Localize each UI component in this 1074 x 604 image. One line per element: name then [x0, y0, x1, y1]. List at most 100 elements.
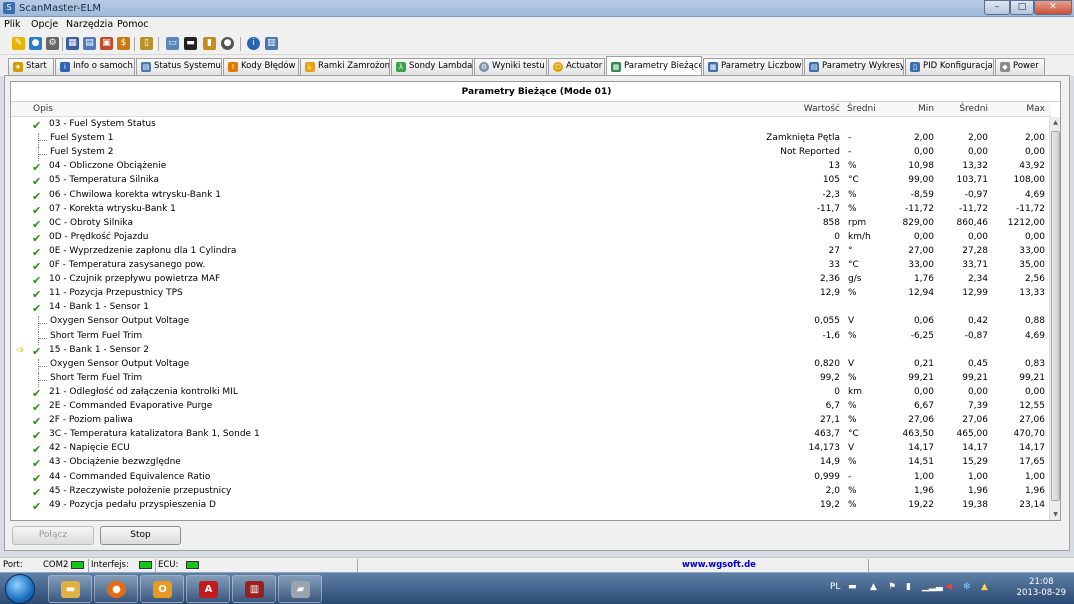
menu-item-opcje[interactable]: Opcje [31, 19, 58, 30]
table-row[interactable]: ✔ 43 - Obciążenie bezwzględne 14,9% 14,51 15… [11, 456, 1051, 470]
table-row[interactable]: ✔ 0D - Prędkość Pojazdu 0 km/h 0,00 0,00 0,00 [11, 231, 1051, 245]
tab-ramki-zamrozone[interactable]: ✋ Ramki Zamrożone [300, 58, 390, 75]
website-link[interactable]: www.wgsoft.de [682, 560, 756, 570]
table-row[interactable]: ✔ 03 - Fuel System Status [11, 118, 1051, 132]
table-row[interactable]: ✔ 44 - Commanded Equivalence Ratio 0,999- 1… [11, 471, 1051, 485]
gauge-icon[interactable]: ▣ [100, 37, 113, 50]
scroll-thumb[interactable] [1051, 131, 1060, 501]
table-row[interactable]: ✔ 2F - Poziom paliwa 27,1% 27,06 27,06 27,06 [11, 414, 1051, 428]
clipboard-icon[interactable]: ▯ [140, 37, 153, 50]
title-bar[interactable]: S ScanMaster-ELM – □ ✕ [0, 0, 1074, 17]
connect-icon[interactable]: ✎ [12, 37, 25, 50]
globe-icon[interactable]: ● [29, 37, 42, 50]
update-icon[interactable]: ▲ [981, 582, 988, 592]
table-row[interactable]: Fuel System 2 Not Reported - 0,00 0,00 0,00 [11, 146, 1051, 162]
tab-pid-konfiguracja[interactable]: ▯ PID Konfiguracja [905, 58, 994, 75]
table-row[interactable]: Oxygen Sensor Output Voltage 0,820 V 0,21 0,… [11, 358, 1051, 373]
taskbar-acrobat[interactable]: A [186, 575, 230, 603]
tab-sondy-lambda[interactable]: λ Sondy Lambda [391, 58, 473, 75]
menu-item-pomoc[interactable]: Pomoc [117, 19, 149, 30]
row-max: 13,33 [1019, 288, 1045, 299]
table-row[interactable]: ✔ 0E - Wyprzedzenie zapłonu dla 1 Cylindr… [11, 245, 1051, 259]
clock[interactable]: 21:08 2013-08-29 [1017, 577, 1066, 599]
terminal-icon[interactable]: ▬ [184, 37, 197, 50]
header-value[interactable]: Wartość [793, 104, 840, 114]
tab-parametry-biezace[interactable]: ▦ Parametry Bieżące [606, 56, 702, 76]
table-row[interactable]: ✔ 3C - Temperatura katalizatora Bank 1, S… [11, 428, 1051, 442]
connect-button[interactable]: Połącz [12, 526, 94, 545]
tab-power[interactable]: ◆ Power [995, 58, 1045, 75]
menu-item-narzedzia[interactable]: Narzędzia [66, 19, 113, 30]
tab-actuator[interactable]: ⏻ Actuator [548, 58, 605, 75]
tab-label: Sondy Lambda [409, 61, 473, 71]
table-row[interactable]: ✔ 14 - Bank 1 - Sensor 1 [11, 301, 1051, 315]
dollar-icon[interactable]: $ [117, 37, 130, 50]
info-icon[interactable]: i [247, 37, 260, 50]
table-row[interactable]: ✔ 0C - Obroty Silnika 858 rpm 829,00 860,46 12… [11, 217, 1051, 231]
table-row[interactable]: Short Term Fuel Trim -1,6% -6,25 -0,87 4,69 [11, 330, 1051, 345]
disc-icon[interactable]: ● [221, 37, 234, 50]
menu-item-plik[interactable]: Plik [4, 19, 21, 30]
signal-icon[interactable]: ▁▂▃ [922, 582, 943, 592]
chart-icon[interactable]: ▤ [83, 37, 96, 50]
header-min[interactable]: Min [891, 104, 934, 114]
table-row[interactable]: ✔ 10 - Czujnik przepływu powietrza MAF 2,3… [11, 273, 1051, 287]
settings-icon[interactable]: ⚙ [46, 37, 59, 50]
vertical-scrollbar[interactable]: ▲ ▼ [1049, 117, 1060, 520]
tab-parametry-wykresy[interactable]: ▤ Parametry Wykresy [804, 58, 904, 75]
header-max[interactable]: Max [1001, 104, 1045, 114]
taskbar-app[interactable]: ▥ [232, 575, 276, 603]
table-row[interactable]: ✔ 11 - Pozycja Przepustnicy TPS 12,9% 12,94… [11, 287, 1051, 301]
table-row[interactable]: ➩ ✔ 15 - Bank 1 - Sensor 2 [11, 344, 1051, 358]
header-avg[interactable]: Średni [946, 104, 988, 114]
scroll-down-icon[interactable]: ▼ [1050, 509, 1060, 520]
tab-wyniki-testu[interactable]: ⚙ Wyniki testu [474, 58, 547, 75]
language-indicator[interactable]: PL [830, 582, 840, 592]
start-button[interactable] [5, 574, 35, 604]
table-row[interactable]: ✔ 45 - Rzeczywiste położenie przepustnicy… [11, 485, 1051, 499]
table-row[interactable]: Short Term Fuel Trim 99,2% 99,21 99,21 99,21 [11, 372, 1051, 387]
scroll-up-icon[interactable]: ▲ [1050, 117, 1060, 128]
exit-icon[interactable]: ▥ [265, 37, 278, 50]
keyboard-icon[interactable]: ▬ [848, 582, 857, 592]
flag-icon[interactable]: ⚑ [888, 582, 896, 592]
table-row[interactable]: Oxygen Sensor Output Voltage 0,055 V 0,06 0,… [11, 315, 1051, 331]
table-icon[interactable]: ▦ [66, 37, 79, 50]
table-row[interactable]: ✔ 0F - Temperatura zasysanego pow. 33 °C 33,… [11, 259, 1051, 273]
row-max: 2,00 [1024, 133, 1045, 144]
row-avg: 14,17 [962, 443, 988, 454]
table-row[interactable]: ✔ 2E - Commanded Evaporative Purge 6,7% 6,6… [11, 400, 1051, 414]
taskbar-explorer[interactable]: ▬ [48, 575, 92, 603]
live-data-grid[interactable]: Parametry Bieżące (Mode 01) Opis Wartość… [10, 81, 1061, 521]
table-row[interactable]: ✔ 04 - Obliczone Obciążenie 13% 10,98 13,32 4… [11, 160, 1051, 174]
tab-info[interactable]: i Info o samoch. [55, 58, 135, 75]
table-row[interactable]: ✔ 49 - Pozycja pedału przyspieszenia D 19,… [11, 499, 1051, 513]
taskbar-firefox[interactable]: ● [94, 575, 138, 603]
taskbar-office[interactable]: O [140, 575, 184, 603]
taskbar-scanmaster[interactable]: ▰ [278, 575, 322, 603]
tab-parametry-liczbowe[interactable]: ▦ Parametry Liczbowe [703, 58, 803, 75]
row-desc: 0F - Temperatura zasysanego pow. [49, 260, 206, 270]
close-button[interactable]: ✕ [1034, 0, 1072, 15]
table-row[interactable]: Fuel System 1 Zamknięta Pętla - 2,00 2,00 2,0… [11, 132, 1051, 148]
header-desc[interactable]: Opis [33, 104, 53, 114]
comment-icon[interactable]: ▭ [166, 37, 179, 50]
maximize-button[interactable]: □ [1010, 0, 1034, 15]
table-row[interactable]: ✔ 05 - Temperatura Silnika 105 °C 99,00 103,7… [11, 174, 1051, 188]
table-row[interactable]: ✔ 21 - Odległość od załączenia kontrolki … [11, 386, 1051, 400]
table-row[interactable]: ✔ 07 - Korekta wtrysku-Bank 1 -11,7% -11,72… [11, 203, 1051, 217]
battery-tray-icon[interactable]: ▮ [906, 582, 911, 592]
minimize-button[interactable]: – [984, 0, 1010, 15]
show-hidden-icon[interactable]: ▲ [870, 582, 877, 592]
table-row[interactable]: ✔ 42 - Napięcie ECU 14,173 V 14,17 14,17 14,17 [11, 442, 1051, 456]
header-unit[interactable]: Średni [847, 104, 876, 114]
check-icon: ✔ [32, 217, 42, 231]
tab-status-systemu[interactable]: ▤ Status Systemu [136, 58, 222, 75]
network-icon[interactable]: ✻ [963, 582, 971, 592]
tab-kody-bledow[interactable]: ! Kody Błędów [223, 58, 299, 75]
battery-icon[interactable]: ▮ [203, 37, 216, 50]
table-row[interactable]: ✔ 06 - Chwilowa korekta wtrysku-Bank 1 -2,… [11, 189, 1051, 203]
volume-icon[interactable]: ◀ [945, 582, 952, 592]
tab-start[interactable]: ★ Start [8, 58, 54, 75]
stop-button[interactable]: Stop [100, 526, 181, 545]
